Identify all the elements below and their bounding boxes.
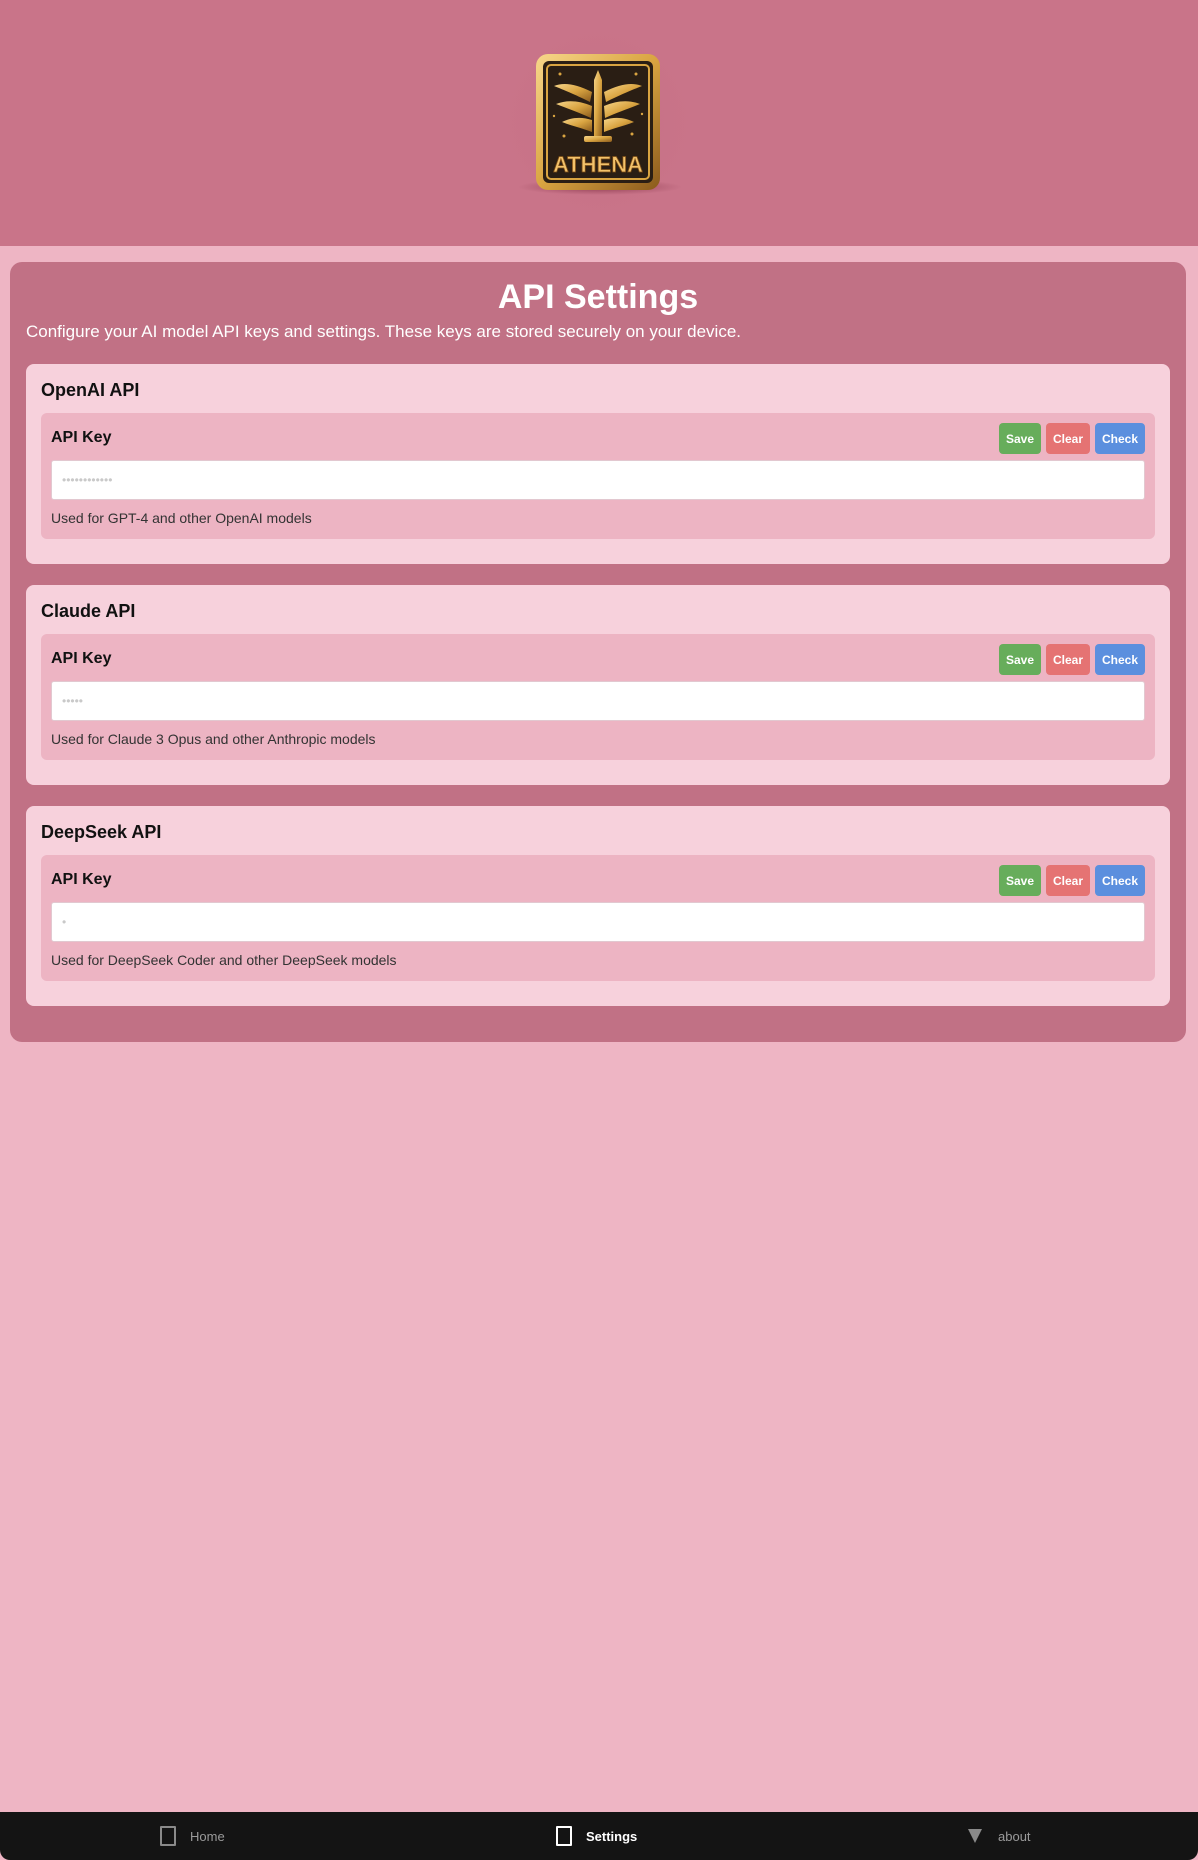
check-button[interactable]: Check [1095, 865, 1145, 896]
api-key-section: API Key Save Clear Check Used for Claude… [41, 634, 1155, 760]
api-key-label: API Key [51, 650, 112, 667]
openai-api-card: OpenAI API API Key Save Clear Check Used… [26, 364, 1170, 564]
check-button[interactable]: Check [1095, 644, 1145, 675]
card-title: Claude API [41, 601, 136, 621]
nav-label: about [998, 1828, 1031, 1844]
square-icon [160, 1826, 176, 1846]
api-settings-panel: API Settings Configure your AI model API… [10, 262, 1186, 1042]
help-text: Used for DeepSeek Coder and other DeepSe… [51, 952, 397, 968]
api-key-section: API Key Save Clear Check Used for DeepSe… [41, 855, 1155, 981]
save-button[interactable]: Save [999, 423, 1041, 454]
nav-label: Settings [586, 1828, 638, 1844]
winged-sword-emblem-icon: ATHENA [518, 54, 682, 195]
svg-text:ATHENA: ATHENA [553, 152, 643, 177]
claude-api-key-input[interactable] [51, 681, 1145, 721]
claude-api-card: Claude API API Key Save Clear Check Used… [26, 585, 1170, 785]
openai-api-key-input[interactable] [51, 460, 1145, 500]
page-subtitle: Configure your AI model API keys and set… [26, 322, 742, 341]
nav-item-home[interactable]: Home [160, 1812, 225, 1860]
help-text: Used for Claude 3 Opus and other Anthrop… [51, 731, 376, 747]
deepseek-api-key-input[interactable] [51, 902, 1145, 942]
nav-item-about[interactable]: about [968, 1812, 1031, 1860]
api-key-label: API Key [51, 429, 112, 446]
page-title: API Settings [497, 278, 699, 316]
clear-button[interactable]: Clear [1046, 644, 1090, 675]
api-key-section: API Key Save Clear Check Used for GPT-4 … [41, 413, 1155, 539]
deepseek-api-card: DeepSeek API API Key Save Clear Check Us… [26, 806, 1170, 1006]
api-key-label: API Key [51, 871, 112, 888]
clear-button[interactable]: Clear [1046, 865, 1090, 896]
save-button[interactable]: Save [999, 865, 1041, 896]
nav-item-settings[interactable]: Settings [556, 1812, 637, 1860]
check-button[interactable]: Check [1095, 423, 1145, 454]
bottom-nav-bar: Home Settings about [0, 1812, 1198, 1860]
triangle-down-icon [968, 1829, 982, 1843]
card-title: DeepSeek API [41, 822, 162, 842]
help-text: Used for GPT-4 and other OpenAI models [51, 510, 312, 526]
square-icon [556, 1826, 572, 1846]
nav-label: Home [190, 1828, 225, 1844]
card-title: OpenAI API [41, 380, 140, 400]
app-header: ATHENA [0, 0, 1198, 246]
save-button[interactable]: Save [999, 644, 1041, 675]
athena-logo: ATHENA [498, 22, 698, 222]
clear-button[interactable]: Clear [1046, 423, 1090, 454]
